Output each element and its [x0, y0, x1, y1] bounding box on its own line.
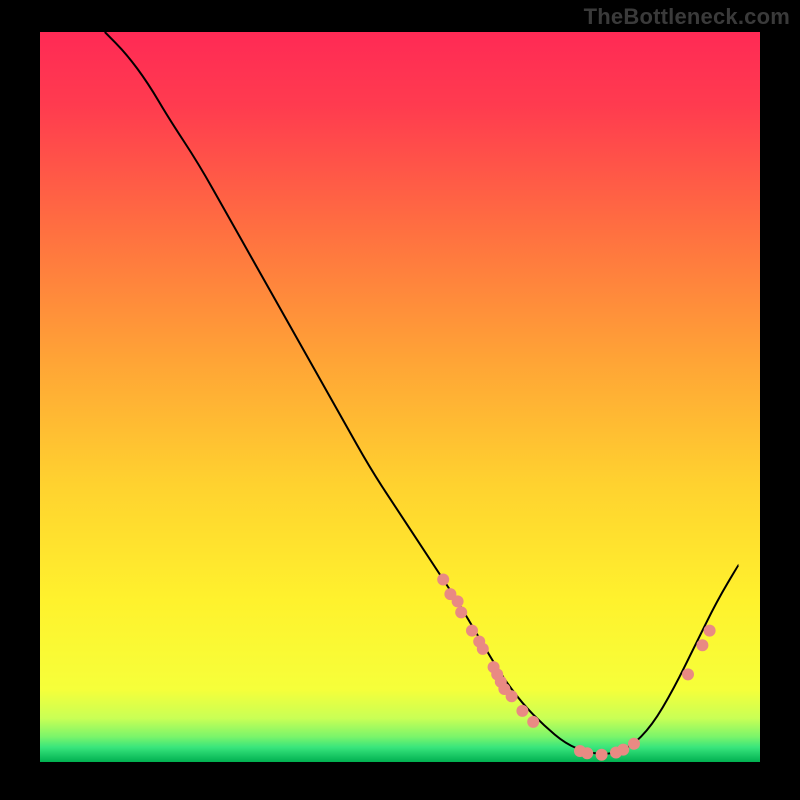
heatmap-background	[40, 32, 760, 762]
chart-svg	[40, 32, 760, 762]
scatter-point	[466, 625, 478, 637]
plot-area	[40, 32, 760, 762]
scatter-point	[682, 668, 694, 680]
scatter-point	[527, 716, 539, 728]
watermark-text: TheBottleneck.com	[584, 4, 790, 30]
scatter-point	[704, 625, 716, 637]
scatter-point	[516, 705, 528, 717]
scatter-point	[452, 595, 464, 607]
scatter-point	[437, 574, 449, 586]
chart-frame: TheBottleneck.com	[0, 0, 800, 800]
scatter-point	[696, 639, 708, 651]
scatter-point	[477, 643, 489, 655]
scatter-point	[455, 606, 467, 618]
scatter-point	[506, 690, 518, 702]
scatter-point	[617, 744, 629, 756]
scatter-point	[596, 749, 608, 761]
scatter-point	[628, 738, 640, 750]
scatter-point	[581, 747, 593, 759]
